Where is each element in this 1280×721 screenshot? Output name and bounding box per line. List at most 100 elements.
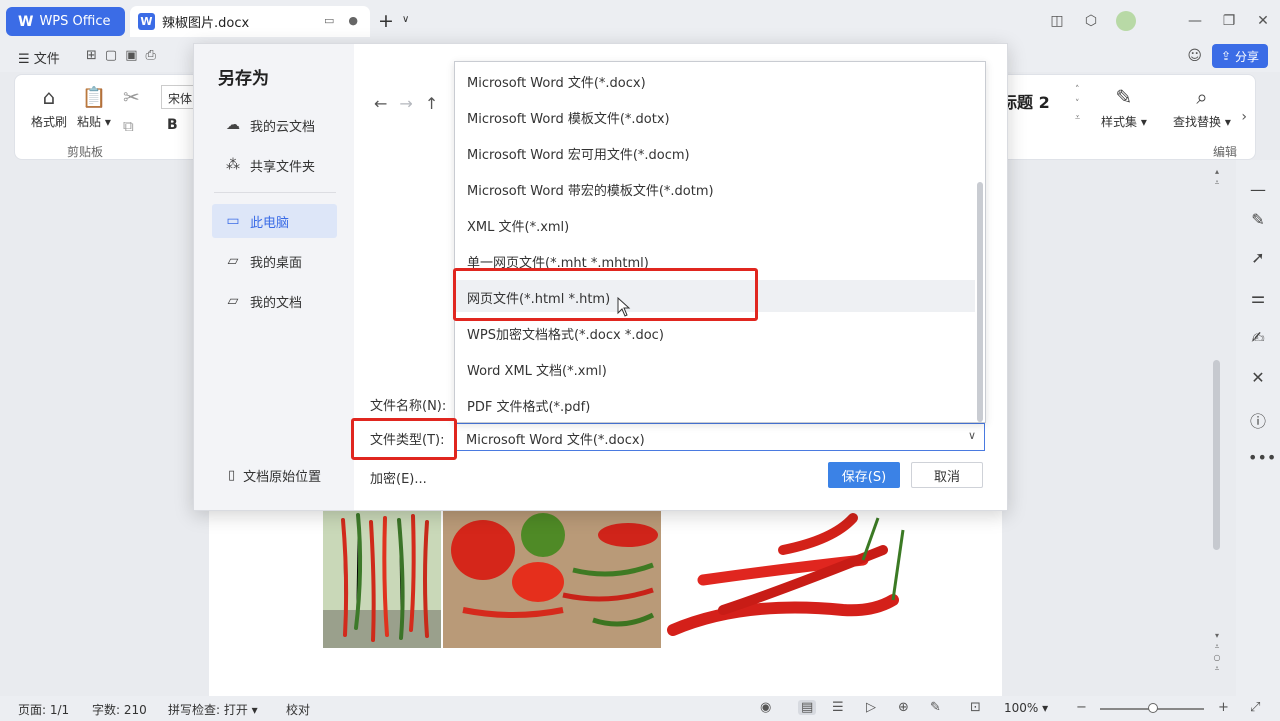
highlight-html-option	[453, 268, 758, 321]
proofread-button[interactable]: 校对	[286, 701, 310, 718]
unsaved-dot-icon[interactable]: ●	[348, 14, 358, 27]
filetype-option[interactable]: PDF 文件格式(*.pdf)	[455, 388, 975, 420]
pen-icon[interactable]: ✎	[1248, 210, 1268, 229]
zoom-slider-thumb[interactable]	[1148, 703, 1158, 713]
document-scrollbar[interactable]: ▴ ⩡ ▾ ⩡ ○ ⩡	[1210, 160, 1224, 696]
word-doc-icon: W	[138, 13, 155, 30]
back-arrow-icon[interactable]: ←	[374, 94, 387, 113]
original-location-label: 文档原始位置	[243, 470, 322, 485]
monitor-icon[interactable]: ▭	[324, 14, 334, 27]
document-tab[interactable]: W 辣椒图片.docx ▭ ●	[130, 6, 370, 37]
dropdown-scrollbar[interactable]	[977, 182, 983, 422]
sliders-icon[interactable]: ⚌	[1248, 288, 1268, 307]
chevron-down-icon: ∨	[967, 429, 976, 442]
filetype-option[interactable]: XML 文件(*.xml)	[455, 208, 975, 240]
pen-mode-icon[interactable]: ✎	[930, 700, 941, 715]
up-arrow-icon[interactable]: ↑	[425, 94, 438, 113]
wps-office-button[interactable]: W WPS Office	[6, 7, 125, 36]
chili-image-3[interactable]	[663, 510, 909, 648]
zoom-in-icon[interactable]: +	[1218, 700, 1229, 715]
chili-image-1[interactable]	[323, 510, 441, 648]
filetype-option[interactable]: Microsoft Word 带宏的模板文件(*.dotm)	[455, 172, 975, 204]
scissors-icon: ✂	[123, 85, 140, 109]
ai-write-icon[interactable]: ✍	[1248, 328, 1268, 347]
find-replace-button[interactable]: ⌕ 查找替换 ▾	[1173, 85, 1231, 130]
scroll-up-icon[interactable]: ▴ ⩡	[1212, 166, 1222, 188]
chevron-right-icon[interactable]: ›	[1241, 109, 1247, 125]
edit-group-label: 编辑	[1213, 145, 1238, 159]
file-menu[interactable]: ☰ 文件	[18, 48, 60, 67]
nav-desktop-label: 我的桌面	[250, 255, 303, 271]
chat-icon[interactable]: ☺	[1187, 48, 1202, 64]
styles-icon: ✎	[1115, 85, 1133, 109]
dialog-title: 另存为	[218, 69, 269, 89]
layout-icon[interactable]: ◫	[1040, 13, 1074, 29]
cursor-select-icon[interactable]: ➚	[1248, 248, 1268, 267]
nav-this-pc[interactable]: ▭ 此电脑	[212, 204, 337, 238]
spell-check-toggle[interactable]: 拼写检查: 打开 ▾	[168, 701, 258, 718]
new-tab-icon[interactable]: +	[378, 10, 394, 32]
restore-icon[interactable]: ❐	[1212, 13, 1246, 29]
heading-style-item[interactable]: 标题 2	[1001, 89, 1050, 113]
filetype-select[interactable]: Microsoft Word 文件(*.docx) ∨	[455, 423, 985, 451]
nav-cloud-docs[interactable]: ☁ 我的云文档	[212, 108, 337, 142]
zoom-level[interactable]: 100% ▾	[1004, 701, 1048, 715]
new-file-icon[interactable]: ⊞	[86, 48, 97, 63]
filetype-option[interactable]: Microsoft Word 文件(*.docx)	[455, 64, 975, 96]
save-icon[interactable]: ▣	[125, 48, 137, 63]
filetype-option[interactable]: Microsoft Word 模板文件(*.dotx)	[455, 100, 975, 132]
page-view-icon[interactable]: ▤	[798, 700, 817, 715]
help-icon[interactable]: ⓘ	[1248, 408, 1268, 432]
wps-logo-icon: W	[18, 13, 34, 30]
collapse-icon[interactable]: —	[1248, 180, 1268, 199]
filetype-option[interactable]: Microsoft Word 宏可用文件(*.docm)	[455, 136, 975, 168]
copy-button[interactable]: ⧉	[123, 117, 134, 139]
paste-button[interactable]: 📋 粘贴 ▾	[77, 85, 111, 130]
outline-view-icon[interactable]: ☰	[832, 700, 844, 715]
chili-image-2[interactable]	[443, 510, 661, 648]
scroll-down-icon[interactable]: ▾ ⩡ ○ ⩡	[1212, 630, 1222, 674]
forward-arrow-icon[interactable]: →	[399, 94, 412, 113]
nav-shared-folder[interactable]: ⁂ 共享文件夹	[212, 148, 337, 182]
fullscreen-icon[interactable]: ⤢	[1250, 700, 1260, 715]
tools-icon[interactable]: ✕	[1248, 368, 1268, 387]
nav-shared-label: 共享文件夹	[250, 159, 316, 175]
original-location-button[interactable]: ▯ 文档原始位置	[228, 466, 321, 485]
scrollbar-thumb[interactable]	[1213, 360, 1220, 550]
chevron-down-icon[interactable]: ∨	[402, 14, 409, 25]
nav-desktop[interactable]: ▱ 我的桌面	[212, 244, 337, 278]
word-count[interactable]: 字数: 210	[92, 701, 147, 718]
bold-button[interactable]: B	[167, 117, 178, 133]
cancel-button[interactable]: 取消	[911, 462, 983, 488]
styles-label: 样式集	[1101, 115, 1138, 129]
more-icon[interactable]: •••	[1248, 448, 1276, 467]
brush-icon: ⌂	[42, 85, 56, 109]
encrypt-link[interactable]: 加密(E)...	[370, 468, 427, 487]
minimize-icon[interactable]: —	[1178, 13, 1212, 29]
style-scroll-arrows[interactable]: ˄ ˅ ⩡	[1075, 83, 1080, 125]
web-view-icon[interactable]: ⊕	[898, 700, 909, 715]
clipboard-icon: 📋	[81, 85, 107, 109]
print-icon[interactable]: ⎙	[146, 48, 156, 63]
filetype-dropdown-list[interactable]: Microsoft Word 文件(*.docx) Microsoft Word…	[454, 61, 986, 423]
font-name-select[interactable]: 宋体	[161, 85, 195, 109]
play-icon[interactable]: ▷	[866, 700, 876, 715]
close-icon[interactable]: ✕	[1246, 13, 1280, 29]
styles-button[interactable]: ✎ 样式集 ▾	[1101, 85, 1147, 130]
save-button[interactable]: 保存(S)	[828, 462, 900, 488]
nav-documents[interactable]: ▱ 我的文档	[212, 284, 337, 318]
eye-icon[interactable]: ◉	[760, 700, 771, 715]
share-button[interactable]: ⇪ 分享	[1212, 44, 1268, 68]
open-folder-icon[interactable]: ▢	[105, 48, 117, 63]
cut-button[interactable]: ✂	[123, 85, 140, 113]
format-painter-button[interactable]: ⌂ 格式刷	[31, 85, 67, 130]
cube-icon[interactable]: ⬡	[1074, 13, 1108, 29]
document-icon: ▯	[228, 468, 236, 483]
zoom-value: 100%	[1004, 701, 1039, 715]
zoom-out-icon[interactable]: −	[1076, 700, 1087, 715]
avatar[interactable]	[1116, 11, 1136, 31]
filetype-option[interactable]: Word XML 文档(*.xml)	[455, 352, 975, 384]
spell-check-label: 拼写检查: 打开	[168, 703, 248, 717]
page-indicator[interactable]: 页面: 1/1	[18, 701, 69, 718]
fit-page-icon[interactable]: ⊡	[970, 700, 981, 715]
